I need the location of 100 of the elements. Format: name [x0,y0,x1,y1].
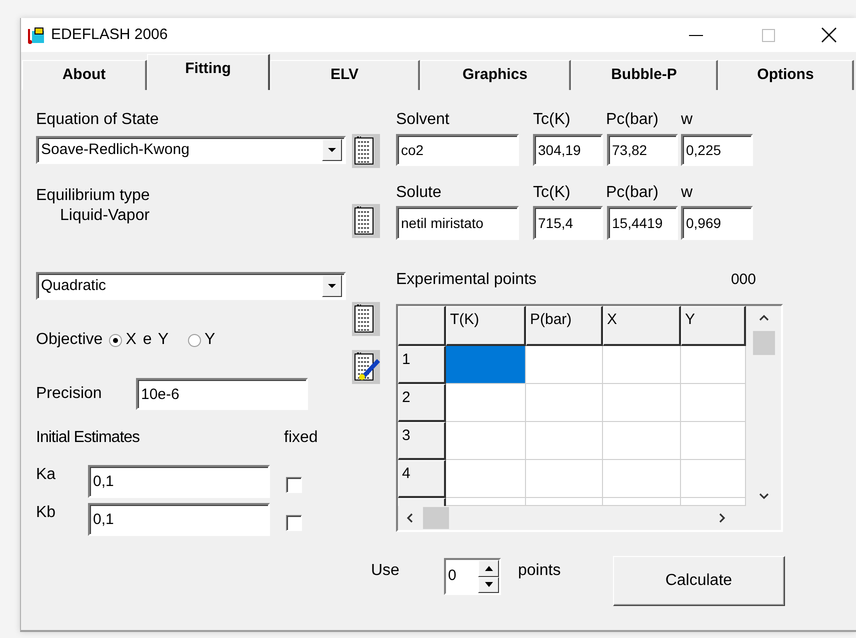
field-label: Solvent [396,110,450,130]
row-header[interactable]: 1 [398,346,446,384]
dropdown-value: Quadratic [41,276,106,296]
column-label: w [681,183,693,203]
tab[interactable]: Fitting [147,54,270,90]
close-icon [821,27,837,43]
column-label: fixed [284,428,318,448]
tab[interactable]: Options [718,60,854,90]
field-label: Ka [36,465,57,485]
calculate-button[interactable]: Calculate [612,556,785,606]
column-header[interactable]: X [603,306,681,346]
table-cell[interactable] [526,384,603,422]
table-cell[interactable] [603,346,681,384]
document-button[interactable] [352,302,380,336]
dropdown-value: Soave-Redlich-Kwong [41,140,190,160]
field-label: Kb [36,503,57,523]
critical-pressure-field[interactable]: 15,4419 [607,206,678,240]
table-cell[interactable] [681,422,746,460]
critical-temperature-field[interactable]: 304,19 [533,134,603,166]
table-cell[interactable] [446,346,526,384]
checkbox[interactable] [286,514,302,530]
spin-up-button[interactable] [478,560,499,576]
section-label: Initial Estimates [36,428,141,448]
column-header[interactable]: P(bar) [526,306,603,346]
acentric-factor-field[interactable]: 0,225 [681,134,753,166]
app-icon [27,26,45,44]
checkbox[interactable] [286,476,302,492]
precision-field[interactable]: 10e-6 [136,378,308,410]
table-cell[interactable] [526,422,603,460]
dropdown[interactable]: Soave-Redlich-Kwong [36,136,346,164]
dropdown-button[interactable] [322,275,342,297]
column-label: Tc(K) [533,110,572,130]
dropdown-arrow-icon [327,147,337,153]
component-name-field[interactable]: co2 [396,134,519,166]
up-arrow-icon [484,566,492,571]
tab[interactable]: Bubble-P [571,60,718,90]
column-label: Tc(K) [533,183,572,203]
table-cell[interactable] [446,422,526,460]
minimize-icon [689,34,703,36]
field-label: Objective [36,330,103,350]
parameter-field[interactable]: 0,1 [88,465,270,498]
radio-label[interactable]: X e Y [126,330,170,350]
column-label: w [681,110,693,130]
table-cell[interactable] [681,460,746,498]
tab[interactable]: About [22,60,147,90]
radio-button[interactable] [188,334,201,346]
window-title: EDEFLASH 2006 [51,24,168,45]
critical-temperature-field[interactable]: 715,4 [533,206,603,240]
field-label: Use [371,561,400,581]
document-button[interactable] [352,134,380,168]
dropdown[interactable]: Quadratic [36,272,346,300]
table-cell[interactable] [681,384,746,422]
maximize-icon [762,28,774,42]
tab[interactable]: Graphics [420,60,571,90]
field-label: Solute [396,183,442,203]
dropdown-button[interactable] [322,139,342,161]
table-cell[interactable] [603,498,681,506]
column-header[interactable]: Y [681,306,746,346]
column-label: Pc(bar) [606,183,660,203]
document-pencil-icon [352,351,380,383]
document-button[interactable] [352,204,380,238]
field-label: Equilibrium type [36,186,151,206]
acentric-factor-field[interactable]: 0,969 [681,206,753,240]
field-label: Precision [36,384,103,404]
table-cell[interactable] [446,498,526,506]
section-label: Experimental points [396,270,537,290]
table-cell[interactable] [603,460,681,498]
radio-label[interactable]: Y [204,330,216,350]
table-cell[interactable] [603,422,681,460]
field-label: points [518,561,561,581]
table-cell[interactable] [526,346,603,384]
scroll-thumb[interactable] [752,331,774,355]
critical-pressure-field[interactable]: 73,82 [607,134,678,166]
table-cell[interactable] [603,384,681,422]
radio-button[interactable] [108,334,122,346]
column-header[interactable]: T(K) [446,306,526,346]
point-count: 000 [730,270,756,290]
table-cell[interactable] [446,460,526,498]
scroll-thumb[interactable] [423,507,449,529]
row-header[interactable]: 3 [398,422,446,460]
scroll-down-icon [758,493,768,500]
table-cell[interactable] [681,346,746,384]
table-cell[interactable] [681,498,746,506]
parameter-field[interactable]: 0,1 [88,503,270,536]
component-name-field[interactable]: netil miristato [396,206,519,240]
dropdown-arrow-icon [327,283,337,289]
row-header[interactable]: 2 [398,384,446,422]
table-cell[interactable] [446,384,526,422]
spin-down-button[interactable] [478,576,499,593]
scroll-right-icon [719,513,726,523]
number-spinner[interactable]: 0 [444,558,501,595]
down-arrow-icon [484,582,492,588]
tab[interactable]: ELV [270,60,420,90]
equilibrium-value: Liquid-Vapor [59,206,150,226]
scroll-left-icon [406,513,413,523]
table-cell[interactable] [526,498,603,506]
row-header[interactable]: 4 [398,460,446,498]
edit-button[interactable] [352,350,380,384]
column-label: Pc(bar) [606,110,660,130]
table-cell[interactable] [526,460,603,498]
